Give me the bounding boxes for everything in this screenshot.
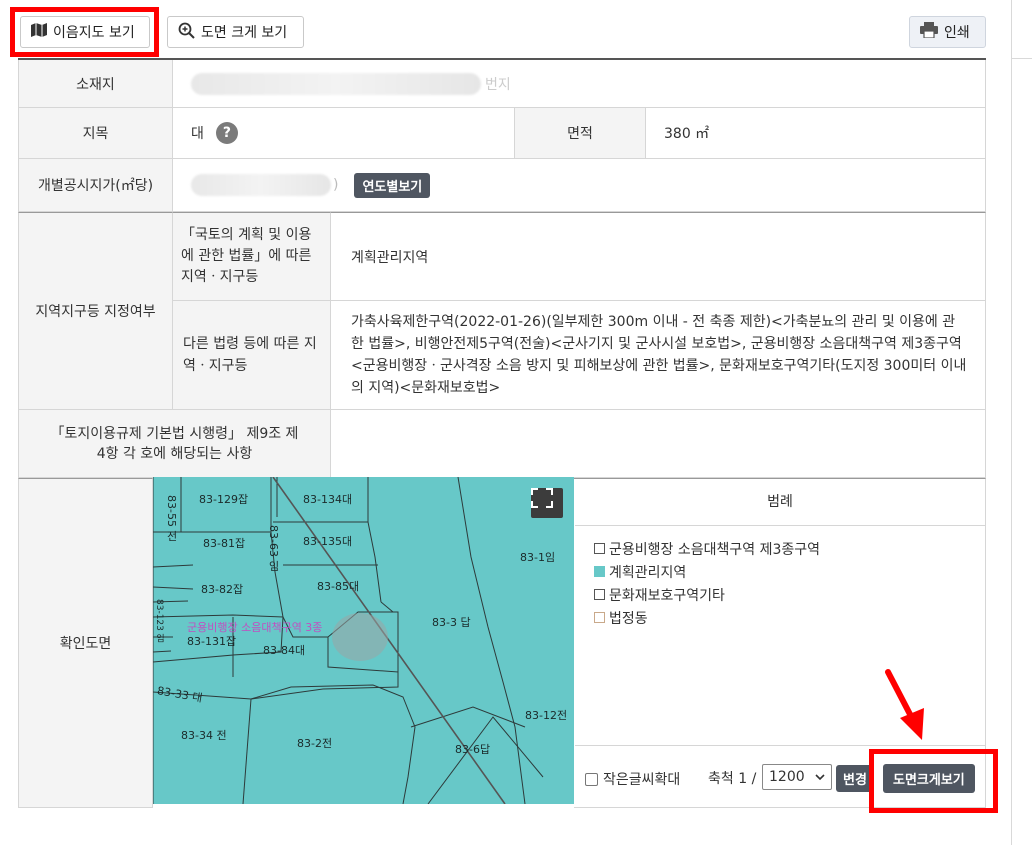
panel-divider [1011,0,1012,845]
map-icon [31,23,47,41]
other-law-text: 가축사육제한구역(2022-01-26)(일부제한 300m 이내 - 전 축종… [351,314,967,396]
price-header: 개별공시지가(㎡당) [18,159,173,212]
national-law-label: 「국토의 계획 및 이용에 관한 법률」에 따른 지역ㆍ지구등 [181,227,312,285]
area-label: 면적 [567,126,593,142]
parcel-label: 83-2전 [297,737,333,750]
legend-label: 군용비행장 소음대책구역 제3종구역 [609,541,821,558]
print-label: 인쇄 [944,25,970,41]
legend-swatch [594,589,605,600]
price-label: 개별공시지가(㎡당) [37,178,154,194]
legend-item: 계획관리지역 [594,560,820,583]
parcel-label: 83-123 임 [154,599,164,643]
parcel-label: 83-6답 [455,743,491,756]
chevron-down-icon [815,769,825,785]
parcel-label: 83-84대 [263,644,306,657]
location-label: 소재지 [76,76,115,93]
legend-item: 군용비행장 소음대책구역 제3종구역 [594,537,820,560]
help-icon[interactable]: ? [215,122,238,144]
scale-label: 축척 1 / [708,771,757,787]
legend-swatch [594,566,605,577]
land-category-label: 지목 [82,126,109,142]
red-arrow-icon [885,669,924,740]
parcel-label: 83-81잡 [203,537,246,550]
parcel-label: 83-134대 [303,493,353,506]
parcel-label: 83-131잡 [187,635,237,648]
location-tail: 번지 [485,76,511,93]
area-value: 380 ㎡ [646,108,986,159]
regulation-value [331,410,986,478]
parcel-label: 83-55 전 [165,495,178,542]
national-law-text: 계획관리지역 [351,249,429,266]
scale-select[interactable]: 1200 [762,764,832,790]
other-law-label: 다른 법령 등에 따른 지역ㆍ지구등 [183,336,317,374]
map-label: 확인도면 [59,636,112,652]
parcel-label: 83-82잡 [201,583,244,596]
yearly-view-button[interactable]: 연도별보기 [354,172,431,198]
other-law-value: 가축사육제한구역(2022-01-26)(일부제한 300m 이내 - 전 축종… [331,301,986,410]
map-view-button[interactable]: 이음지도 보기 [20,16,150,48]
legend-swatch [594,543,605,554]
national-law-value: 계획관리지역 [331,212,986,301]
small-text-checkbox[interactable]: 작은글씨확대 [585,769,680,789]
map-view-label: 이음지도 보기 [53,25,135,41]
legend-label: 계획관리지역 [609,564,687,581]
legend-title: 범례 [575,477,985,526]
other-law-header: 다른 법령 등에 따른 지역ㆍ지구등 [173,301,331,410]
parcel-label: 83-34 전 [181,729,227,742]
legend-item: 법정동 [594,606,820,629]
location-value: 번지 [173,60,986,108]
checkbox-box[interactable] [585,772,598,786]
parcel-label: 83-3 답 [432,616,471,629]
redacted-address [191,72,481,95]
location-header: 소재지 [18,60,173,108]
parcel-label: 83-129잡 [199,493,249,506]
confirmation-map[interactable]: 83-129잡 83-134대 83-55 전 83-81잡 83-135대 8… [153,477,574,804]
printer-icon [920,22,938,42]
panel-divider-top [1011,58,1032,59]
national-law-header: 「국토의 계획 및 이용에 관한 법률」에 따른 지역ㆍ지구등 [173,212,331,301]
parcel-label: 83-63 임 [267,525,280,572]
zoning-label: 지역지구등 지정여부 [35,304,156,320]
regulation-label: 「토지이용규제 기본법 시행령」 제9조 제4항 각 호에 해당되는 사항 [50,425,299,462]
change-scale-button[interactable]: 변경 [836,765,874,792]
print-button[interactable]: 인쇄 [909,16,986,48]
map-header: 확인도면 [18,478,153,808]
land-category-text: 대 [191,126,204,142]
scale-value: 1200 [769,769,805,785]
zoning-header: 지역지구등 지정여부 [18,212,173,410]
legend-list: 군용비행장 소음대책구역 제3종구역 계획관리지역 문화재보호구역기타 법정동 [594,537,820,629]
small-text-label: 작은글씨확대 [603,772,681,788]
parcel-label: 83-85대 [317,580,360,593]
parcel-label: 83-12전 [525,709,568,722]
regulation-header: 「토지이용규제 기본법 시행령」 제9조 제4항 각 호에 해당되는 사항 [18,410,331,478]
price-value: ) 연도별보기 [173,159,986,212]
legend-label: 문화재보호구역기타 [609,587,725,604]
price-tail: ) [333,177,339,193]
zoom-in-icon [178,22,195,43]
parcel-label: 83-1임 [520,551,556,564]
big-view-button[interactable]: 도면크게보기 [883,764,975,793]
zoom-drawing-button[interactable]: 도면 크게 보기 [167,16,304,48]
legend-label: 법정동 [609,610,648,627]
area-header: 면적 [515,108,646,159]
zone-overlay-label: 군용비행장 소음대책구역 3종 [187,621,323,634]
zoom-drawing-label: 도면 크게 보기 [201,25,288,41]
redacted-price [191,174,331,196]
legend-item: 문화재보호구역기타 [594,583,820,606]
land-category-header: 지목 [18,108,173,159]
fullscreen-button[interactable] [531,488,563,518]
legend-swatch [594,612,605,623]
area-text: 380 ㎡ [664,126,710,142]
land-category-value: 대 ? [173,108,515,159]
parcel-label: 83-135대 [303,535,353,548]
map-controls: 작은글씨확대 축척 1 / 1200 변경 도면크게보기 [575,745,985,805]
